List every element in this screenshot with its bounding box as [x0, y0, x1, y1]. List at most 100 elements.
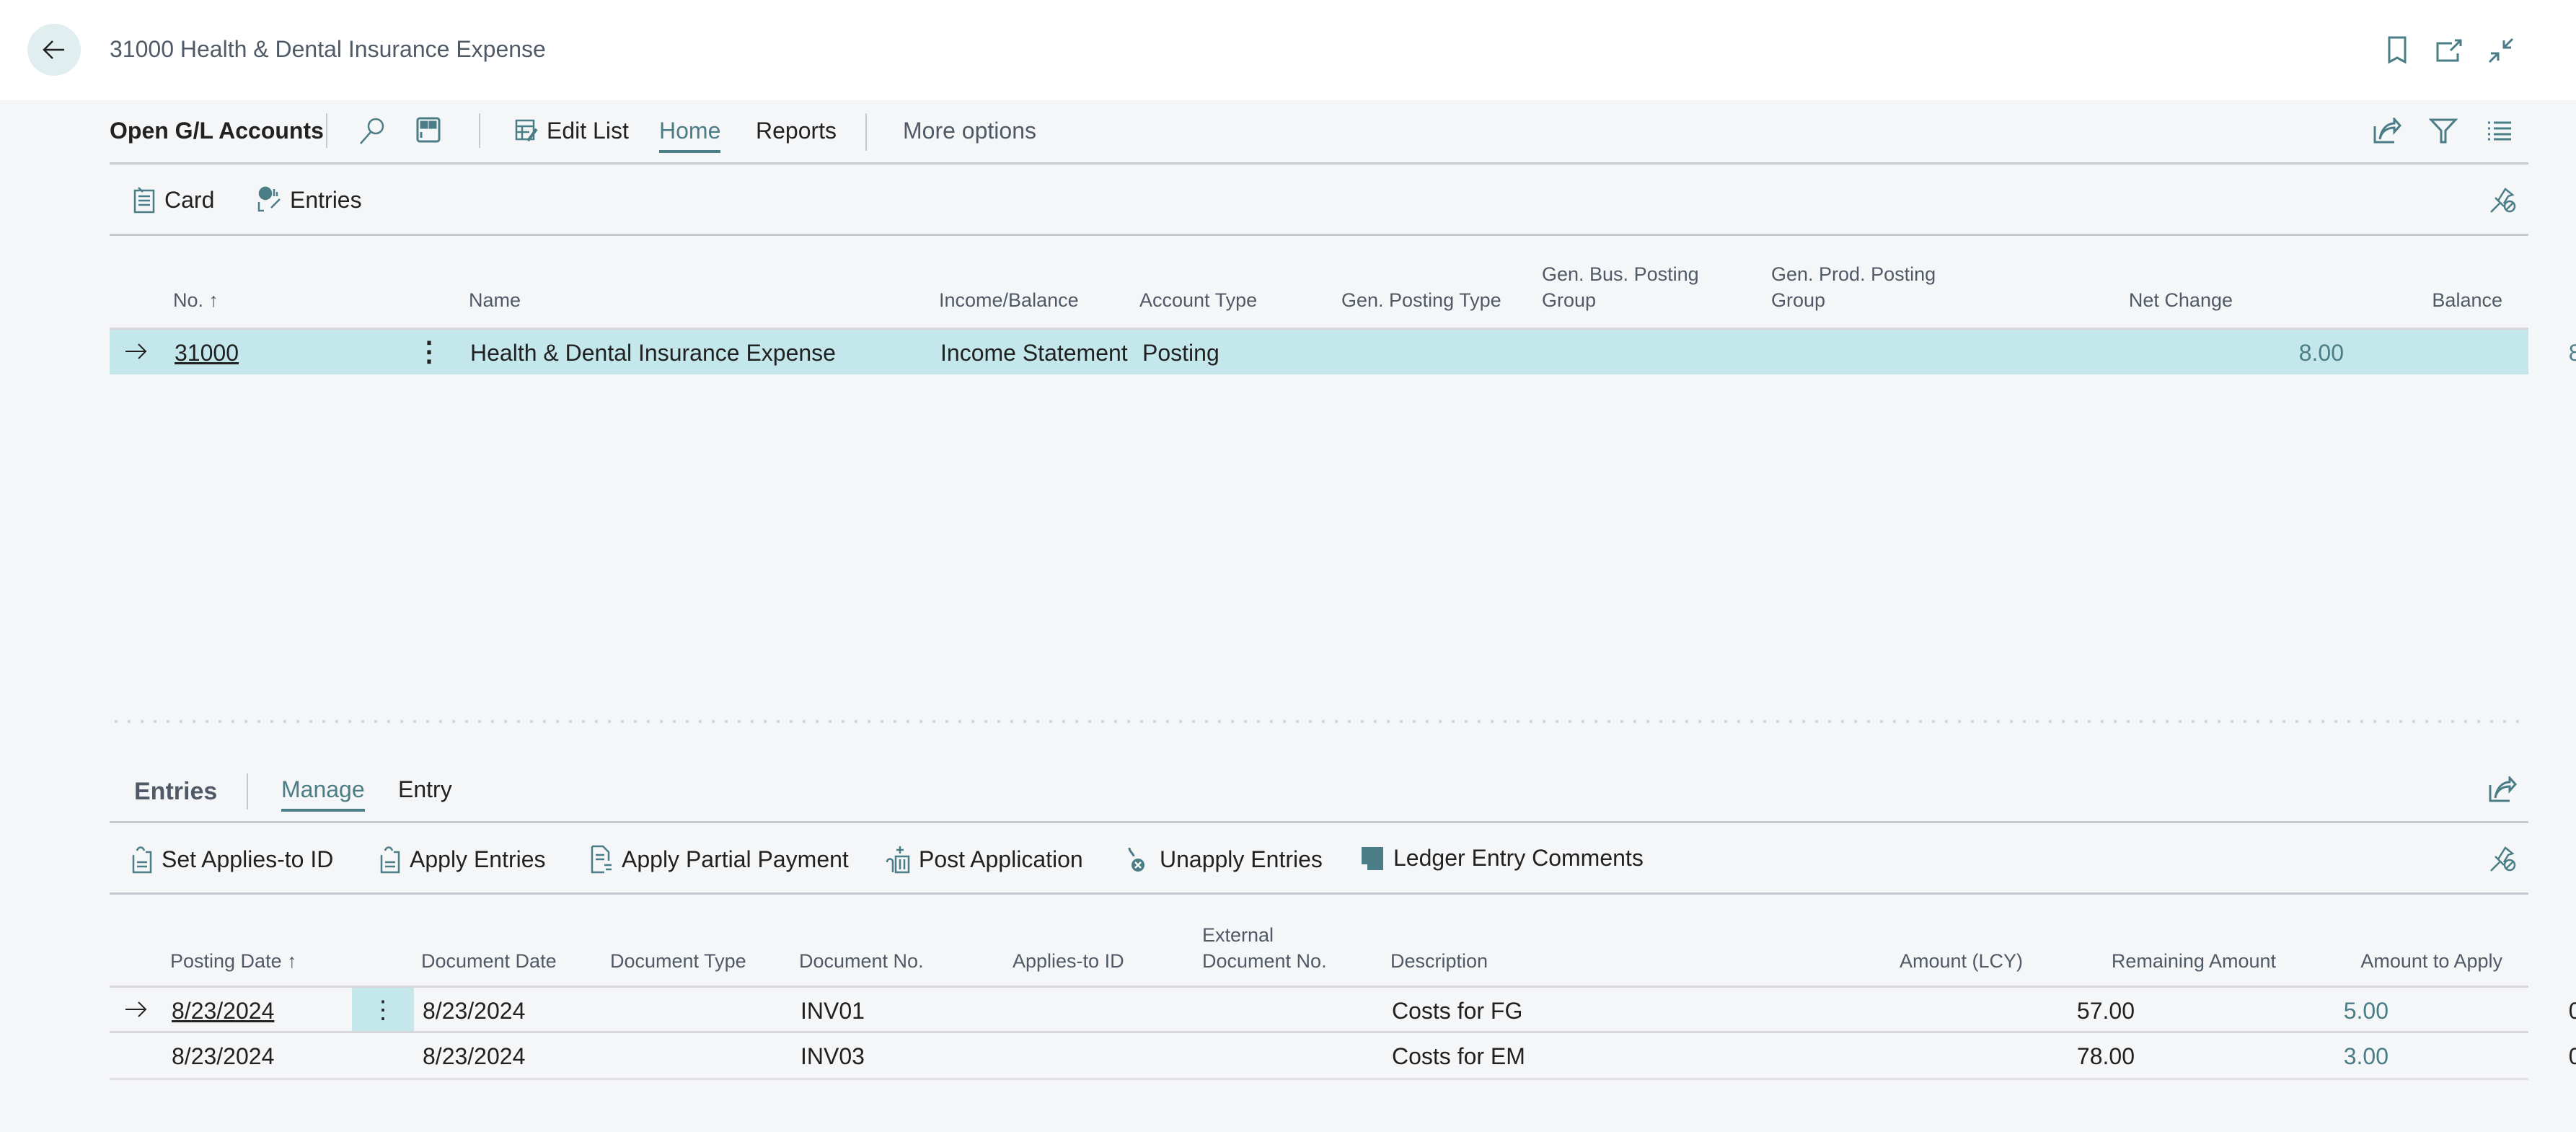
- unapply-entries-button[interactable]: Unapply Entries: [1126, 845, 1323, 874]
- entries-label: Entries: [290, 186, 362, 213]
- search-button[interactable]: [352, 110, 392, 151]
- document-no: INV03: [800, 1043, 865, 1069]
- filter-button[interactable]: [2423, 110, 2463, 151]
- collapse-button[interactable]: [2481, 30, 2521, 71]
- column-header-amount-to-apply[interactable]: Amount to Apply: [2293, 948, 2502, 974]
- column-header-external-document-no[interactable]: External Document No.: [1202, 922, 1327, 974]
- column-header-name[interactable]: Name: [469, 287, 521, 313]
- ledger-entry-comments-label: Ledger Entry Comments: [1393, 845, 1644, 871]
- back-arrow-icon: [43, 40, 64, 59]
- unpin-icon: [2490, 846, 2516, 872]
- comments-icon: [1362, 846, 1383, 870]
- list-title: Open G/L Accounts: [110, 118, 324, 144]
- apply-entries-button[interactable]: Apply Entries: [379, 845, 546, 874]
- column-header-account-type[interactable]: Account Type: [1139, 287, 1257, 313]
- share-icon: [2373, 118, 2401, 144]
- entries-part-header: Entries Manage Entry: [110, 759, 2528, 823]
- unpin-icon: [2490, 188, 2516, 213]
- post-application-label: Post Application: [919, 846, 1083, 872]
- bookmark-button[interactable]: [2377, 30, 2417, 71]
- divider: [247, 773, 248, 809]
- balance-value[interactable]: 8.00: [2417, 340, 2576, 367]
- document-date: 8/23/2024: [423, 1043, 526, 1069]
- toggle-layout-icon: [416, 117, 441, 143]
- table-row[interactable]: 8/23/2024 ⋮ 8/23/2024 INV01 Costs for FG…: [110, 986, 2576, 1032]
- column-header-income-balance[interactable]: Income/Balance: [939, 287, 1079, 313]
- back-button[interactable]: [27, 24, 81, 76]
- account-no-link[interactable]: 31000: [175, 340, 239, 367]
- entries-unpin-button[interactable]: [2482, 838, 2523, 878]
- post-application-button[interactable]: Post Application: [886, 845, 1083, 874]
- promoted-actions: Card Entries: [110, 164, 2528, 236]
- tab-reports[interactable]: Reports: [756, 118, 837, 144]
- unapply-entries-label: Unapply Entries: [1160, 846, 1323, 872]
- apply-partial-payment-label: Apply Partial Payment: [622, 846, 849, 872]
- entries-icon: [257, 186, 281, 212]
- posting-date-link[interactable]: 8/23/2024: [172, 998, 274, 1024]
- apply-partial-payment-icon: [591, 845, 612, 874]
- card-label: Card: [164, 186, 215, 213]
- amount-to-apply[interactable]: 0.00: [2345, 998, 2576, 1024]
- open-new-window-icon: [2436, 39, 2462, 62]
- tab-manage[interactable]: Manage: [281, 776, 365, 812]
- edit-list-button[interactable]: Edit List: [515, 118, 629, 144]
- column-header-balance[interactable]: Balance: [2308, 287, 2502, 313]
- amount-lcy: 78.00: [2076, 1043, 2135, 1069]
- table-row[interactable]: 31000 ⋮ Health & Dental Insurance Expens…: [110, 328, 2576, 374]
- description: Costs for EM: [1392, 1043, 1525, 1069]
- list-view-button[interactable]: [2479, 110, 2520, 151]
- apply-entries-label: Apply Entries: [410, 846, 546, 872]
- column-header-description[interactable]: Description: [1390, 948, 1488, 974]
- apply-entries-icon: [380, 846, 400, 874]
- account-name: Health & Dental Insurance Expense: [470, 340, 836, 366]
- part-splitter[interactable]: [110, 720, 2528, 723]
- unapply-entries-icon: [1128, 847, 1144, 872]
- apply-partial-payment-button[interactable]: Apply Partial Payment: [590, 845, 849, 874]
- net-change-value[interactable]: 8.00: [2201, 340, 2344, 367]
- description: Costs for FG: [1392, 998, 1523, 1024]
- column-header-net-change[interactable]: Net Change: [2091, 287, 2233, 313]
- column-header-document-type[interactable]: Document Type: [610, 948, 746, 974]
- set-applies-to-id-button[interactable]: Set Applies-to ID: [131, 845, 333, 874]
- tab-home[interactable]: Home: [659, 118, 721, 153]
- tab-entry[interactable]: Entry: [398, 776, 452, 803]
- current-row-arrow-icon: [125, 1001, 147, 1017]
- column-header-gen-bus-posting-group[interactable]: Gen. Bus. Posting Group: [1542, 261, 1699, 313]
- column-header-remaining-amount[interactable]: Remaining Amount: [2063, 948, 2276, 974]
- column-header-applies-to-id[interactable]: Applies-to ID: [1013, 948, 1124, 974]
- column-header-gen-prod-posting-group[interactable]: Gen. Prod. Posting Group: [1771, 261, 1936, 313]
- column-header-document-date[interactable]: Document Date: [421, 948, 557, 974]
- share-button[interactable]: [2367, 110, 2407, 151]
- page-title: 31000 Health & Dental Insurance Expense: [110, 36, 546, 62]
- row-actions-button[interactable]: ⋮: [352, 988, 414, 1032]
- unpin-button[interactable]: [2482, 179, 2523, 219]
- account-type: Posting: [1142, 340, 1219, 366]
- ledger-entry-comments-button[interactable]: Ledger Entry Comments: [1360, 845, 1644, 872]
- column-header-posting-date[interactable]: Posting Date ↑: [170, 948, 297, 974]
- posting-date[interactable]: 8/23/2024: [172, 1043, 274, 1070]
- toggle-layout-button[interactable]: [408, 110, 449, 151]
- card-button[interactable]: Card: [133, 186, 214, 214]
- entries-share-button[interactable]: [2482, 769, 2523, 809]
- entries-button[interactable]: Entries: [257, 186, 362, 214]
- share-icon: [2489, 776, 2517, 802]
- list-view-icon: [2488, 121, 2511, 141]
- document-no: INV01: [800, 998, 865, 1024]
- card-icon: [133, 187, 155, 214]
- income-balance: Income Statement: [940, 340, 1128, 366]
- column-header-no[interactable]: No. ↑: [173, 287, 219, 313]
- amount-to-apply[interactable]: 0.00: [2345, 1043, 2576, 1070]
- table-row[interactable]: 8/23/2024 8/23/2024 INV03 Costs for EM 7…: [110, 1031, 2576, 1080]
- divider: [865, 113, 867, 151]
- page-header: 31000 Health & Dental Insurance Expense: [0, 0, 2576, 100]
- sort-ascending-icon: ↑: [287, 950, 297, 972]
- column-header-amount-lcy[interactable]: Amount (LCY): [1803, 948, 2023, 974]
- more-options-button[interactable]: More options: [903, 118, 1036, 144]
- column-header-gen-posting-type[interactable]: Gen. Posting Type: [1341, 287, 1501, 313]
- row-actions-button[interactable]: ⋮: [415, 335, 443, 368]
- open-new-window-button[interactable]: [2429, 30, 2469, 71]
- post-application-icon: [886, 846, 910, 874]
- column-header-document-no[interactable]: Document No.: [799, 948, 924, 974]
- search-icon: [360, 118, 384, 144]
- action-bar: Open G/L Accounts Edit List Home Reports…: [110, 100, 2528, 164]
